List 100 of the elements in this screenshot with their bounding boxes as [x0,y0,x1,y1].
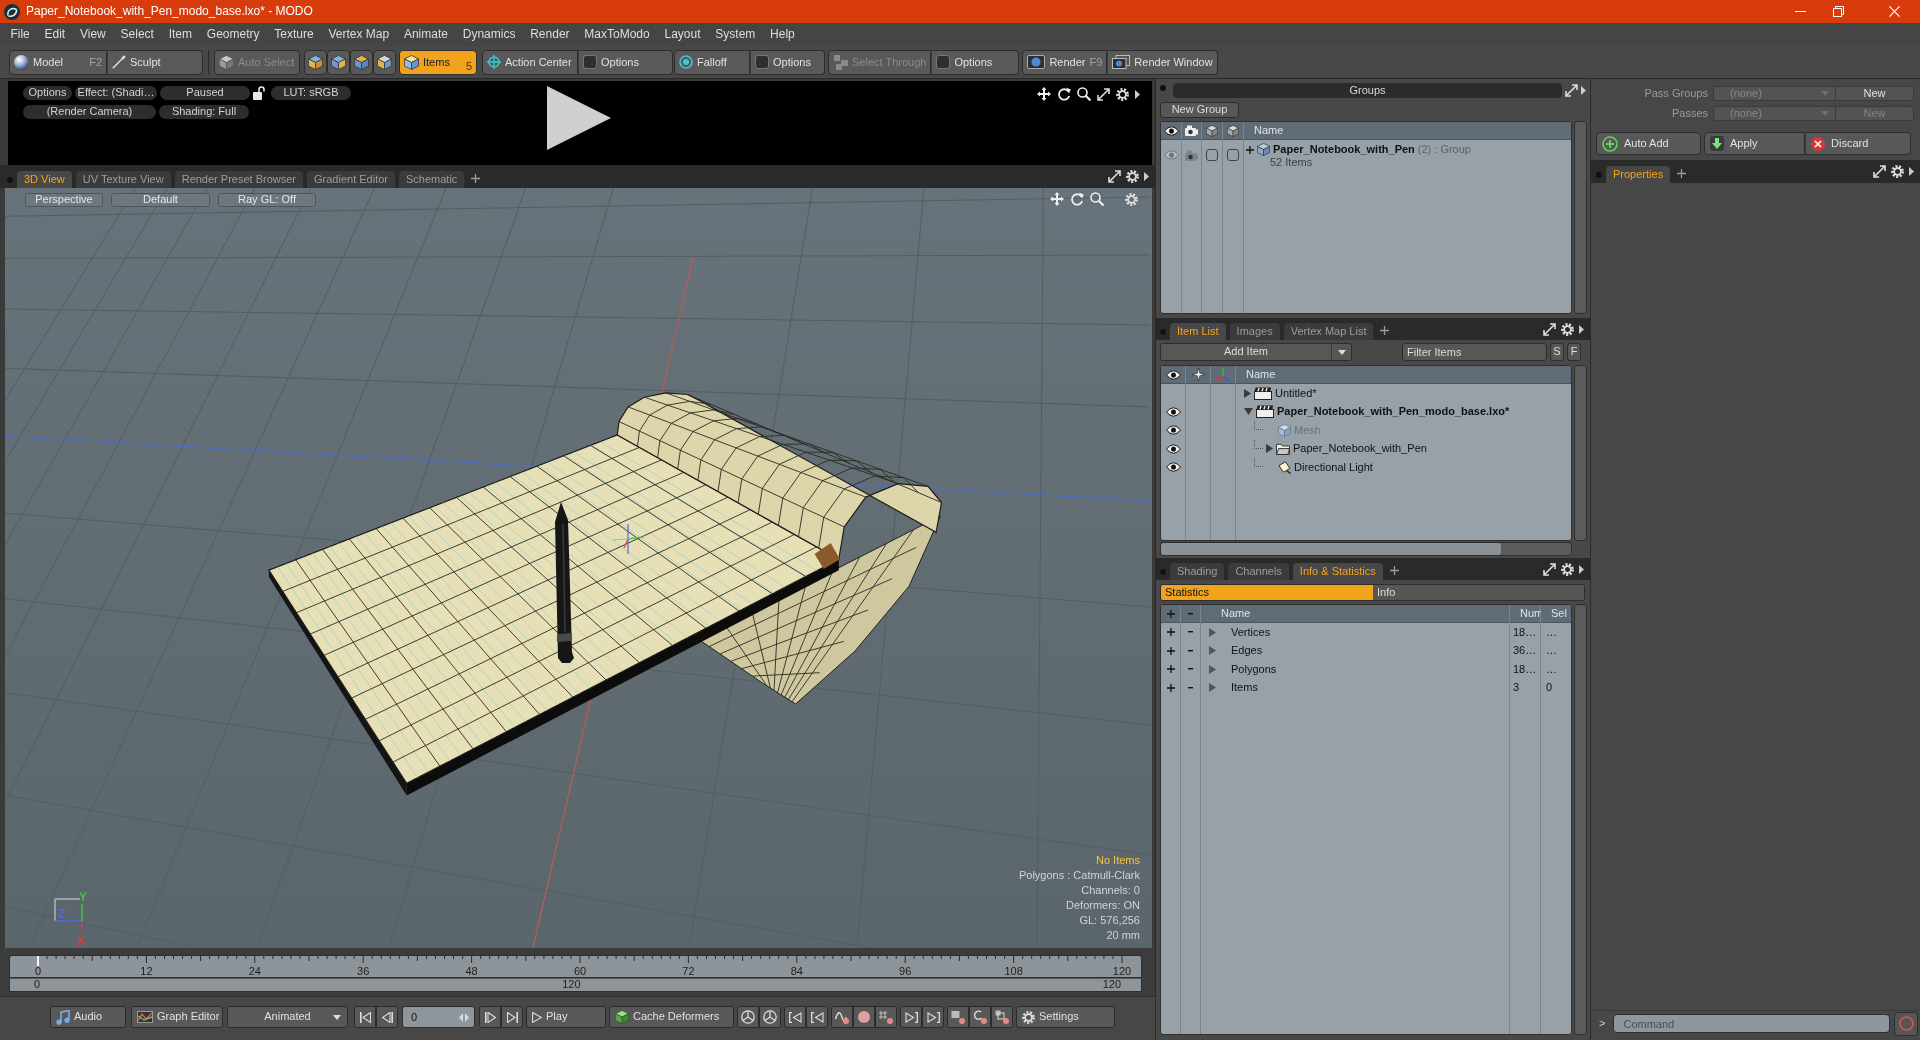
3d-viewport[interactable]: Perspective Default Ray GL: Off Y Z X No Items Polygons : Catmull-Clark Channels: 0 Deformers: ON GL: 576,256 20 mm [5,188,1152,948]
discard-button[interactable]: Discard [1805,132,1911,155]
tab[interactable]: Schematic [399,171,465,188]
icon-button[interactable] [991,1006,1013,1028]
column-header[interactable]: Name [1244,122,1571,140]
frame-field[interactable]: 0 [402,1006,475,1028]
item-name[interactable]: Directional Light [1294,460,1373,474]
item-name[interactable]: Paper_Notebook_with_Pen_modo_base.lxo* [1277,405,1510,419]
plus-icon[interactable] [1166,683,1175,692]
grip-dot-icon[interactable] [1160,329,1166,335]
plus-icon[interactable] [1246,145,1254,154]
menu-item[interactable]: View [72,27,114,42]
tab[interactable]: Channels [1228,563,1289,580]
settings-icon[interactable] [1561,563,1574,576]
render-button[interactable]: Render F9 [1022,49,1108,75]
icon-button[interactable] [947,1006,969,1028]
tab[interactable]: Info & Statistics [1292,563,1383,580]
tab[interactable]: Shading [1170,563,1225,580]
scrollbar[interactable] [1160,542,1572,556]
transform-gizmo-icon[interactable] [612,523,644,555]
square-icon[interactable] [1227,149,1239,161]
rotate-icon[interactable] [1057,87,1071,101]
audio-button[interactable]: Audio [50,1006,126,1028]
plus-icon[interactable] [1166,665,1175,674]
eye-icon[interactable] [1165,462,1181,473]
checkbox[interactable] [583,55,597,69]
caret-icon[interactable] [1581,86,1586,95]
minus-icon[interactable] [1188,668,1193,671]
caret-icon[interactable] [1337,349,1346,355]
tab[interactable]: Render Preset Browser [174,171,303,188]
caret-icon[interactable] [333,1015,341,1020]
graph-editor-button[interactable]: Graph Editor [131,1006,223,1028]
caret-icon[interactable] [1579,565,1584,574]
options-button[interactable]: Options [750,49,825,75]
icon-button[interactable] [806,1006,828,1028]
plus-icon[interactable] [1380,326,1390,335]
grip-dot-icon[interactable] [1596,172,1602,178]
last-frame-button[interactable] [501,1006,523,1028]
minus-icon[interactable] [1188,612,1193,615]
grip-dot-icon[interactable] [7,177,13,183]
icon-button[interactable] [969,1006,991,1028]
magnifier-icon[interactable] [1077,87,1091,101]
view-button[interactable]: Default [111,193,210,207]
playhead-marker[interactable] [37,956,39,966]
tab[interactable]: Images [1229,323,1280,340]
expand-icon[interactable] [1543,563,1556,576]
filter-field[interactable]: Filter Items [1402,343,1547,361]
restore-icon[interactable] [1833,6,1844,17]
square-icon[interactable] [1206,149,1218,161]
icon-button[interactable] [737,1006,759,1028]
plus-icon[interactable] [1166,609,1175,618]
new-pass-button[interactable]: New [1836,86,1914,101]
icon-button[interactable] [759,1006,781,1028]
pen-drawing[interactable] [555,502,574,663]
play-button[interactable]: Play [526,1006,606,1028]
plus-icon[interactable] [1389,566,1399,575]
notebook-drawing[interactable] [268,392,943,796]
tab[interactable]: Properties [1606,166,1671,183]
minus-icon[interactable] [1188,631,1193,634]
settings-icon[interactable] [1126,170,1139,183]
command-field[interactable]: Command [1613,1014,1891,1033]
expand-icon[interactable] [1565,84,1578,97]
minus-icon[interactable] [1188,649,1193,652]
caret-icon[interactable] [1135,89,1140,99]
options-button[interactable]: Options [578,49,673,75]
icon-button[interactable] [784,1006,806,1028]
action-center-button[interactable]: Action Center [482,49,578,75]
grip-dot-icon[interactable] [1160,569,1166,575]
icon-button[interactable] [875,1006,897,1028]
frame-range-bar[interactable]: 0 120 120 [9,978,1142,992]
add-item-dropdown[interactable]: Add Item [1160,343,1352,361]
render-window-button[interactable]: Render Window [1107,49,1218,75]
scrollbar[interactable] [1574,365,1587,541]
menu-item[interactable]: File [3,27,38,42]
timeline-ruler[interactable]: 0 12 24 36 48 60 72 84 96 108 120 [9,955,1142,978]
scrollbar[interactable] [1574,121,1587,314]
shading-button[interactable]: Shading: Full [159,105,249,119]
expand-icon[interactable] [1543,323,1556,336]
grip-dot-icon[interactable] [1160,85,1166,91]
selection-mode-button[interactable]: Items 5 [399,49,477,75]
menu-item[interactable]: Vertex Map [321,27,397,42]
caret-icon[interactable] [1144,172,1149,181]
selection-mode-button[interactable] [373,49,396,75]
expand-icon[interactable] [1097,87,1110,101]
eye-icon[interactable] [1165,406,1181,417]
scroll-thumb[interactable] [1161,543,1501,555]
settings-icon[interactable] [1116,87,1129,101]
menu-item[interactable]: Geometry [199,27,267,42]
pause-button[interactable]: Paused [160,86,250,100]
mode-button[interactable]: Sculpt [107,49,203,75]
view-button[interactable]: Perspective [25,193,103,207]
record-button[interactable] [1894,1011,1919,1036]
close-icon[interactable] [1889,6,1900,17]
icon-button[interactable] [831,1006,853,1028]
selection-mode-button[interactable] [350,49,373,75]
filter-toggle-button[interactable]: F [1567,343,1581,361]
tab[interactable]: UV Texture View [75,171,171,188]
selection-mode-button[interactable] [304,49,327,75]
menu-item[interactable]: Help [762,27,803,42]
menu-item[interactable]: Select [113,27,162,42]
